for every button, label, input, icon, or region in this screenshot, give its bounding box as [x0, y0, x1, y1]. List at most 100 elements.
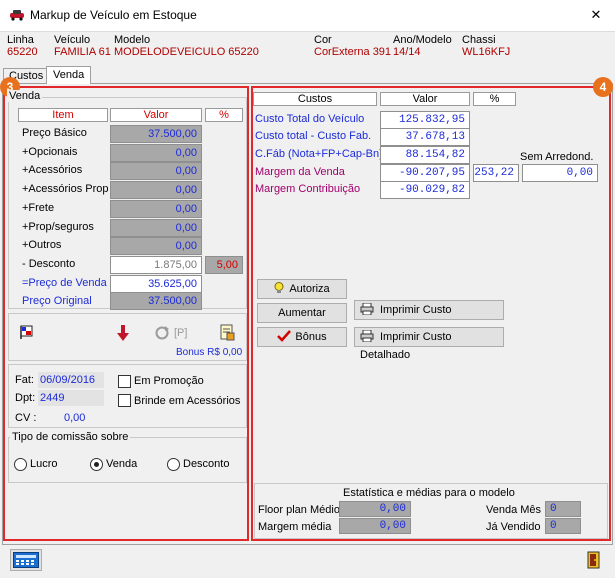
- custos-row-value-field[interactable]: 37.678,13: [380, 128, 470, 146]
- col-item-header: Item: [18, 108, 108, 122]
- cor-label: Cor: [314, 34, 332, 46]
- aumentar-button[interactable]: Aumentar: [257, 303, 347, 323]
- imprimir-custo-button[interactable]: Imprimir Custo: [354, 300, 504, 320]
- custos-row-label: Custo Total do Veículo: [255, 113, 365, 125]
- venda-mes-field: 0: [545, 501, 581, 517]
- venda-row-value-field[interactable]: 37.500,00: [110, 125, 202, 143]
- custos-row-value-field[interactable]: -90.207,95: [380, 164, 470, 182]
- arrow-down-icon[interactable]: [117, 324, 129, 342]
- veiculo-value: FAMILIA 61: [54, 46, 111, 58]
- venda-row-label: +Acessórios: [22, 164, 83, 176]
- exit-door-icon[interactable]: [587, 551, 601, 569]
- cv-value: 0,00: [64, 412, 86, 424]
- venda-row-value-field[interactable]: 0,00: [110, 200, 202, 218]
- imprimir-custo-detalhado-button[interactable]: Imprimir Custo Detalhado: [354, 327, 504, 361]
- tab-venda[interactable]: Venda: [46, 66, 92, 84]
- radio-desconto-label: Desconto: [183, 458, 230, 470]
- em-promocao-checkbox[interactable]: [118, 375, 131, 388]
- custos-row-value-field[interactable]: 125.832,95: [380, 111, 470, 129]
- divider: [0, 31, 615, 32]
- radio-lucro-label: Lucro: [30, 458, 58, 470]
- linha-label: Linha: [7, 34, 34, 46]
- venda-mes-label: Venda Mês: [486, 504, 542, 516]
- col-custos-header: Custos: [253, 92, 377, 106]
- preco-venda-field[interactable]: 35.625,00: [110, 275, 202, 293]
- preco-original-field: 37.500,00: [110, 292, 202, 310]
- modelo-value: MODELODEVEICULO 65220: [114, 46, 259, 58]
- venda-row-label: +Outros: [22, 239, 62, 251]
- sem-arredond-label: Sem Arredond.: [520, 151, 594, 163]
- col-custos-valor-header: Valor: [380, 92, 470, 106]
- custos-row-value-field[interactable]: -90.029,82: [380, 181, 470, 199]
- custos-row-label: Margem da Venda: [255, 166, 345, 178]
- calculator-button[interactable]: [10, 549, 42, 571]
- margem-pct-field[interactable]: 253,22: [473, 164, 519, 182]
- margem-media-label: Margem média: [258, 521, 332, 533]
- venda-row-label: +Acessórios Prop: [22, 183, 109, 195]
- venda-row-value-field[interactable]: 0,00: [110, 162, 202, 180]
- col-custos-pct-header: %: [473, 92, 516, 106]
- dpt-value: 2449: [38, 390, 104, 406]
- brinde-label: Brinde em Acessórios: [134, 395, 241, 407]
- radio-venda[interactable]: [90, 458, 103, 471]
- preco-venda-label: =Preço de Venda: [22, 277, 107, 289]
- comissao-title: Tipo de comissão sobre: [10, 431, 131, 443]
- chassi-label: Chassi: [462, 34, 496, 46]
- custos-row-label: Margem Contribuição: [255, 183, 361, 195]
- desconto-pct-field[interactable]: 5,00: [205, 256, 243, 274]
- brinde-checkbox[interactable]: [118, 394, 131, 407]
- linha-value: 65220: [7, 46, 38, 58]
- p-label: [P]: [174, 327, 188, 339]
- venda-row-label: +Frete: [22, 202, 55, 214]
- checkmark-icon: [277, 330, 292, 342]
- refresh-icon[interactable]: [154, 325, 170, 341]
- custos-row-label: C.Fáb (Nota+FP+Cap-Bn): [255, 148, 383, 160]
- bonus-label: Bônus: [295, 331, 327, 343]
- venda-group-title: Venda: [7, 90, 43, 102]
- flag-icon[interactable]: [19, 324, 37, 340]
- ano-label: Ano/Modelo: [393, 34, 452, 46]
- imprimir-custo-label: Imprimir Custo: [380, 304, 452, 316]
- document-calc-icon[interactable]: [218, 323, 236, 341]
- car-icon: [10, 10, 24, 21]
- printer-icon: [360, 303, 374, 315]
- venda-row-value-field[interactable]: 0,00: [110, 144, 202, 162]
- col-valor-header: Valor: [110, 108, 202, 122]
- bonus-text: Bonus R$ 0,00: [176, 347, 243, 358]
- cv-label: CV :: [15, 412, 37, 424]
- chassi-value: WL16KFJ: [462, 46, 511, 58]
- margem-media-field: 0,00: [339, 518, 411, 534]
- preco-original-label: Preço Original: [22, 295, 92, 307]
- floor-plan-field: 0,00: [339, 501, 411, 517]
- radio-lucro[interactable]: [14, 458, 27, 471]
- floor-plan-label: Floor plan Médio: [258, 504, 340, 516]
- modelo-label: Modelo: [114, 34, 151, 46]
- bonus-button[interactable]: Bônus: [257, 327, 347, 347]
- col-pct-header: %: [205, 108, 243, 122]
- fat-value: 06/09/2016: [38, 372, 104, 388]
- custos-row-value-field[interactable]: 88.154,82: [380, 146, 470, 164]
- em-promocao-label: Em Promoção: [134, 375, 204, 387]
- custos-row-label: Custo total - Custo Fab.: [255, 130, 372, 142]
- window-title: Markup de Veículo em Estoque: [30, 8, 197, 22]
- desconto-field[interactable]: 1.875,00: [110, 256, 202, 274]
- lightbulb-icon: [274, 282, 284, 293]
- venda-row-label: Preço Básico: [22, 127, 87, 139]
- sem-arredond-field[interactable]: 0,00: [522, 164, 598, 182]
- veiculo-label: Veículo: [54, 34, 91, 46]
- radio-desconto[interactable]: [167, 458, 180, 471]
- venda-row-value-field[interactable]: 0,00: [110, 237, 202, 255]
- venda-row-label: +Opcionais: [22, 146, 78, 158]
- venda-row-value-field[interactable]: 0,00: [110, 219, 202, 237]
- radio-venda-label: Venda: [106, 458, 138, 470]
- desconto-label: - Desconto: [22, 258, 76, 270]
- fat-label: Fat:: [15, 374, 34, 386]
- calculator-icon: [13, 552, 39, 568]
- venda-row-label: +Prop/seguros: [22, 221, 94, 233]
- cor-value: CorExterna 391: [314, 46, 392, 58]
- venda-row-value-field[interactable]: 0,00: [110, 181, 202, 199]
- printer-icon: [360, 330, 374, 342]
- autoriza-button[interactable]: Autoriza: [257, 279, 347, 299]
- estatistica-title: Estatística e médias para o modelo: [343, 487, 515, 499]
- close-button[interactable]: ✕: [586, 6, 606, 24]
